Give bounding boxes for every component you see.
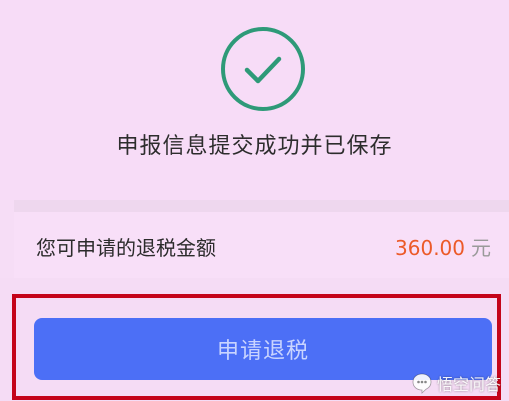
- divider: [14, 200, 509, 212]
- success-panel: 申报信息提交成功并已保存: [0, 0, 509, 200]
- refund-amount-value: 360.00: [395, 236, 465, 260]
- refund-amount-row: 您可申请的退税金额 360.00 元: [14, 212, 509, 278]
- speech-bubble-icon: [412, 373, 432, 394]
- success-message: 申报信息提交成功并已保存: [116, 134, 393, 159]
- refund-amount-label: 您可申请的退税金额: [36, 236, 216, 260]
- check-circle-icon: [221, 27, 305, 111]
- refund-amount-unit: 元: [471, 236, 491, 260]
- watermark-text: 悟空问答: [436, 375, 501, 394]
- refund-amount-value-group: 360.00 元: [395, 232, 491, 261]
- watermark: 悟空问答: [411, 371, 501, 395]
